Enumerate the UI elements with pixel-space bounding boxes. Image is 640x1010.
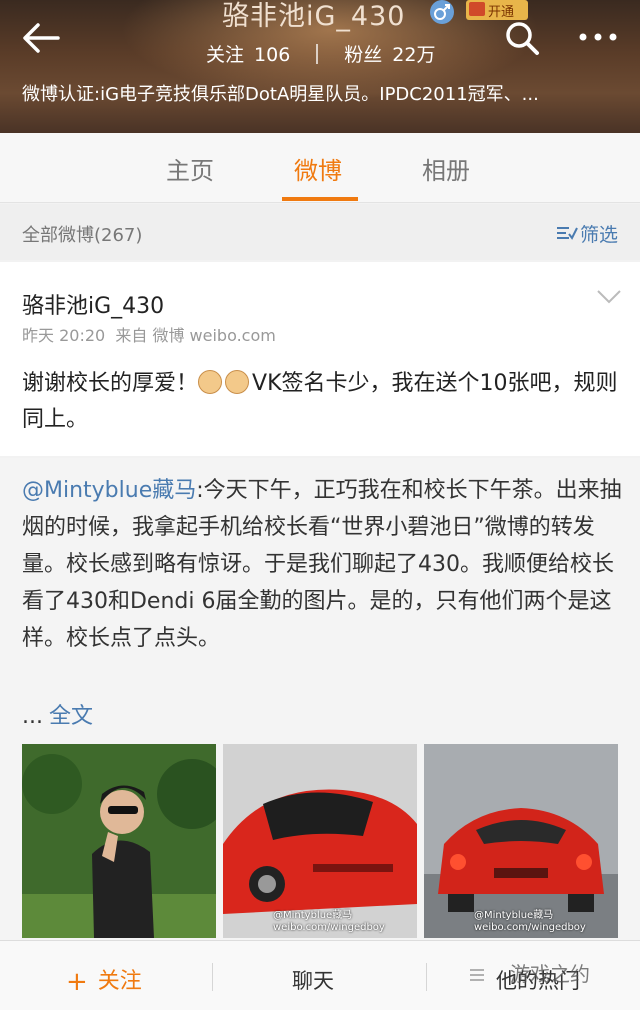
bottom-divider — [426, 963, 427, 991]
corner-watermark: 游戏之约 — [510, 962, 590, 986]
chat-button[interactable]: 聊天 — [292, 965, 334, 995]
following-label: 关注 — [206, 44, 245, 66]
follow-label: 关注 — [97, 969, 142, 994]
followers-stat[interactable]: 粉丝 22万 — [344, 44, 435, 66]
male-gender-icon — [430, 0, 454, 24]
all-weibo-count[interactable]: 全部微博(267) — [22, 221, 142, 247]
chevron-down-icon[interactable] — [596, 288, 622, 306]
tab-home[interactable]: 主页 — [166, 151, 214, 186]
cat-emoji-icon — [198, 370, 223, 394]
retweet-author-mention[interactable]: @Mintyblue藏马 — [22, 478, 196, 503]
full-text-link[interactable]: 全文 — [49, 704, 93, 729]
retweet-image-red-car-rear[interactable]: @Mintyblue藏马 weibo.com/wingedboy — [424, 744, 618, 938]
retweeted-post[interactable]: @Mintyblue藏马:今天下午，正巧我在和校长下午茶。出来抽烟的时候，我拿起… — [0, 458, 640, 940]
verification-text: 微博认证:iG电子竞技俱乐部DotA明星队员。IPDC2011冠军、... — [22, 84, 539, 105]
plus-icon: + — [66, 967, 88, 997]
profile-stats: 关注 106 粉丝 22万 — [206, 40, 435, 67]
watermark-user: @Mintyblue藏马 — [474, 910, 554, 921]
watermark-user: @Mintyblue藏马 — [273, 910, 353, 921]
search-icon[interactable] — [502, 18, 542, 58]
followers-label: 粉丝 — [344, 44, 383, 66]
active-tab-indicator — [282, 197, 358, 201]
image-watermark: @Mintyblue藏马 weibo.com/wingedboy — [273, 910, 385, 934]
bottom-divider — [212, 963, 213, 991]
watermark-url: weibo.com/wingedboy — [273, 922, 385, 933]
follow-button[interactable]: + 关注 — [66, 963, 142, 997]
filter-label: 筛选 — [580, 224, 619, 246]
tab-weibo[interactable]: 微博 — [294, 151, 342, 186]
watermark-url: weibo.com/wingedboy — [474, 922, 586, 933]
retweet-body: @Mintyblue藏马:今天下午，正巧我在和校长下午茶。出来抽烟的时候，我拿起… — [22, 472, 622, 657]
post-time: 昨天 20:20 — [22, 326, 106, 345]
vip-open-badge[interactable]: 开通 — [466, 0, 528, 20]
profile-header: 骆非池iG_430 开通 关注 106 粉丝 22万 微博认证:iG电子竞技俱乐部Do… — [0, 0, 640, 133]
post-author[interactable]: 骆非池iG_430 — [22, 288, 164, 320]
stats-divider — [316, 44, 319, 64]
post-source: 来自 微博 weibo.com — [115, 326, 276, 345]
ellipsis: ... — [22, 704, 43, 729]
retweet-image-red-car[interactable]: @Mintyblue藏马 weibo.com/wingedboy — [223, 744, 417, 938]
following-count: 106 — [254, 44, 291, 66]
retweet-more: ... 全文 — [22, 698, 93, 730]
followers-count: 22万 — [392, 44, 436, 66]
retweet-text: :今天下午，正巧我在和校长下午茶。出来抽烟的时候，我拿起手机给校长看“世界小碧池… — [22, 478, 622, 651]
filter-button[interactable]: 筛选 — [554, 220, 618, 247]
profile-tabs: 主页 微博 相册 — [0, 133, 640, 203]
post-text-part1: 谢谢校长的厚爱！ — [22, 371, 199, 396]
weibo-post[interactable]: 骆非池iG_430 昨天 20:20 来自 微博 weibo.com 谢谢校长的… — [0, 262, 640, 456]
post-body: 谢谢校长的厚爱！ VK签名卡少，我在送个10张吧，规则同上。 — [22, 366, 622, 438]
crown-icon — [469, 2, 485, 16]
profile-name: 骆非池iG_430 — [222, 1, 406, 32]
menu-icon — [470, 969, 484, 981]
image-watermark: @Mintyblue藏马 weibo.com/wingedboy — [474, 910, 586, 934]
retweet-image-person[interactable] — [22, 744, 216, 938]
filter-bar: 全部微博(267) 筛选 — [0, 204, 640, 260]
more-options-icon[interactable] — [576, 22, 620, 52]
back-arrow-icon[interactable] — [20, 20, 62, 56]
post-meta: 昨天 20:20 来自 微博 weibo.com — [22, 322, 276, 346]
tab-album[interactable]: 相册 — [422, 151, 470, 186]
following-stat[interactable]: 关注 106 — [206, 44, 290, 66]
cat-emoji-icon — [225, 370, 250, 394]
